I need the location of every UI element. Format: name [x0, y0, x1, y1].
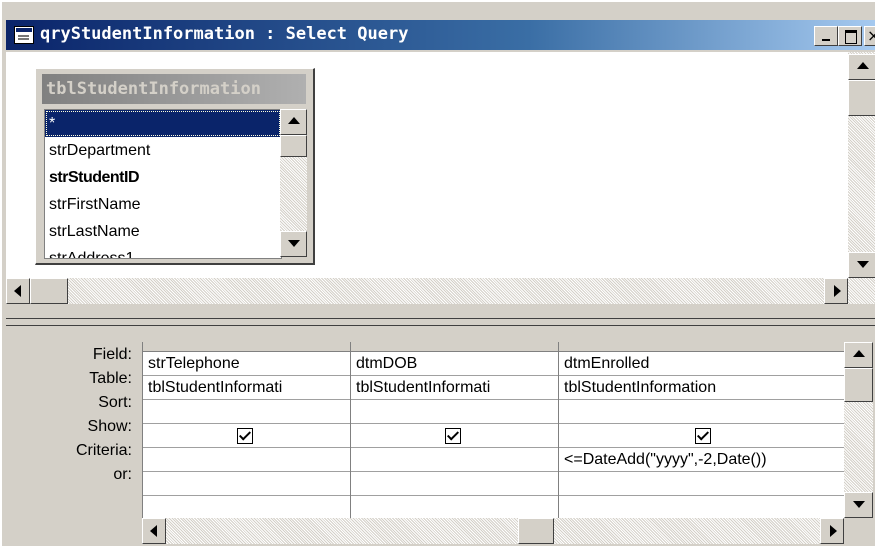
minimize-icon — [822, 39, 830, 41]
show-cell[interactable] — [143, 424, 350, 448]
grid-column: strTelephone tblStudentInformati — [143, 342, 351, 518]
close-button[interactable]: × — [864, 26, 875, 46]
row-label-show: Show: — [87, 418, 132, 435]
field-list-item[interactable]: strLastName — [45, 218, 281, 245]
row-label-field: Field: — [92, 346, 132, 363]
or-cell[interactable] — [351, 472, 558, 496]
scroll-thumb[interactable] — [280, 135, 307, 157]
sort-cell[interactable] — [559, 400, 845, 424]
field-list-item[interactable]: strDepartment — [45, 137, 281, 164]
scroll-down-button[interactable] — [844, 492, 873, 518]
show-checkbox[interactable] — [695, 428, 711, 444]
grid-column: dtmEnrolled tblStudentInformation <=Date… — [559, 342, 845, 518]
arrow-right-icon — [830, 525, 837, 537]
arrow-left-icon — [150, 525, 157, 537]
arrow-up-icon — [852, 350, 865, 357]
table-pane-vertical-scrollbar[interactable] — [848, 52, 875, 304]
column-selector[interactable] — [143, 342, 350, 352]
scroll-up-button[interactable] — [848, 54, 875, 80]
grid-column: dtmDOB tblStudentInformati — [351, 342, 559, 518]
scroll-up-button[interactable] — [844, 342, 873, 368]
arrow-down-icon — [852, 501, 865, 508]
scroll-right-button[interactable] — [820, 518, 844, 544]
field-cell[interactable]: dtmEnrolled — [559, 352, 845, 376]
or-cell[interactable] — [143, 472, 350, 496]
show-checkbox[interactable] — [237, 428, 253, 444]
scroll-thumb[interactable] — [848, 80, 875, 116]
scroll-thumb[interactable] — [844, 368, 873, 402]
field-list[interactable]: * strDepartment strStudentID strFirstNam… — [44, 109, 282, 259]
field-cell[interactable]: dtmDOB — [351, 352, 558, 376]
scroll-left-button[interactable] — [6, 278, 30, 304]
field-list-title[interactable]: tblStudentInformation — [42, 74, 306, 104]
scroll-up-button[interactable] — [280, 109, 307, 135]
criteria-cell[interactable]: <=DateAdd("yyyy",-2,Date()) — [559, 448, 845, 472]
title-bar[interactable]: qryStudentInformation : Select Query × — [6, 20, 875, 50]
show-cell[interactable] — [559, 424, 845, 448]
sort-cell[interactable] — [143, 400, 350, 424]
field-cell[interactable]: strTelephone — [143, 352, 350, 376]
or-cell[interactable] — [559, 472, 845, 496]
criteria-cell[interactable] — [351, 448, 558, 472]
scroll-down-button[interactable] — [848, 252, 875, 278]
table-pane-horizontal-scrollbar[interactable] — [6, 278, 848, 304]
arrow-down-icon — [287, 240, 300, 247]
arrow-up-icon — [856, 62, 869, 69]
table-cell[interactable]: tblStudentInformation — [559, 376, 845, 400]
query-design-window: qryStudentInformation : Select Query × t… — [0, 0, 875, 546]
close-icon: × — [867, 26, 875, 45]
scroll-down-button[interactable] — [280, 231, 307, 257]
row-label-or: or: — [113, 466, 132, 483]
minimize-button[interactable] — [814, 26, 838, 46]
field-list-item[interactable]: strFirstName — [45, 191, 281, 218]
query-icon — [14, 26, 34, 44]
field-list-window[interactable]: tblStudentInformation * strDepartment st… — [35, 68, 315, 265]
table-cell[interactable]: tblStudentInformati — [143, 376, 350, 400]
pane-splitter[interactable] — [6, 318, 875, 326]
show-cell[interactable] — [351, 424, 558, 448]
field-list-item[interactable]: strAddress1 — [45, 245, 281, 258]
show-checkbox[interactable] — [445, 428, 461, 444]
arrow-up-icon — [287, 117, 300, 124]
arrow-left-icon — [14, 285, 21, 297]
criteria-cell[interactable] — [143, 448, 350, 472]
field-list-item[interactable]: strStudentID — [45, 164, 281, 191]
arrow-right-icon — [834, 285, 841, 297]
column-selector[interactable] — [351, 342, 558, 352]
field-list-scrollbar[interactable] — [280, 109, 307, 257]
scroll-left-button[interactable] — [142, 518, 166, 544]
table-cell[interactable]: tblStudentInformati — [351, 376, 558, 400]
maximize-icon — [845, 30, 857, 44]
scroll-thumb[interactable] — [30, 278, 68, 304]
field-list-item[interactable]: * — [45, 110, 281, 137]
scroll-right-button[interactable] — [824, 278, 848, 304]
row-label-criteria: Criteria: — [75, 442, 132, 459]
row-label-sort: Sort: — [98, 394, 132, 411]
sort-cell[interactable] — [351, 400, 558, 424]
arrow-down-icon — [856, 261, 869, 268]
window-title: qryStudentInformation : Select Query — [40, 24, 409, 44]
grid-vertical-scrollbar[interactable] — [844, 342, 873, 518]
grid-horizontal-scrollbar[interactable] — [142, 518, 844, 544]
column-selector[interactable] — [559, 342, 845, 352]
scroll-thumb[interactable] — [518, 518, 554, 544]
row-label-table: Table: — [89, 370, 132, 387]
maximize-button[interactable] — [838, 26, 862, 46]
design-grid: strTelephone tblStudentInformati dtmDOB … — [142, 342, 845, 518]
